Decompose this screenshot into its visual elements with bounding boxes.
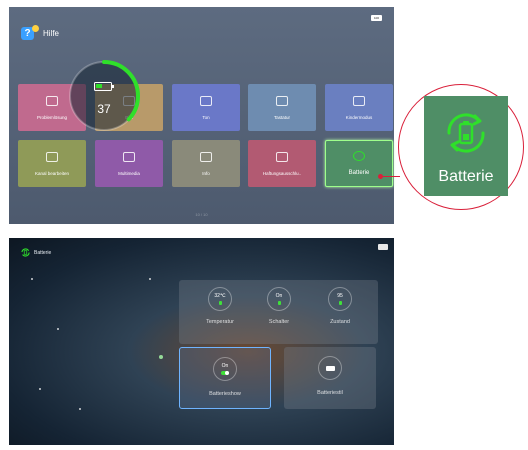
smiley-icon — [353, 95, 365, 106]
info-card-value: 32℃ — [214, 293, 226, 299]
zoom-tile-batterie: Batterie — [424, 96, 508, 196]
info-card-label: Schalter — [268, 319, 290, 325]
tile-label: Problemlösung — [36, 114, 68, 120]
tile-label: Ton — [202, 114, 210, 120]
page-title: Hilfe — [43, 28, 60, 38]
battery-level-ring — [68, 60, 140, 132]
battery-header: Batterie — [21, 248, 51, 257]
star — [57, 328, 59, 330]
battery-refresh-icon — [21, 248, 30, 257]
star — [159, 355, 163, 359]
zoom-tile-label: Batterie — [438, 168, 494, 185]
battery-icon — [325, 365, 335, 371]
batterieshow-circle: On — [213, 357, 237, 381]
disclaimer-icon — [276, 151, 288, 162]
help-tile-kanal-bearbeiten[interactable]: Kanal bearbeiten — [18, 140, 86, 187]
info-card-circle: 32℃ — [208, 287, 232, 311]
battery-refresh-icon — [353, 151, 365, 161]
help-app-icon: ? — [21, 25, 39, 41]
info-card-schalter[interactable]: On Schalter — [253, 287, 305, 325]
multimedia-icon — [123, 151, 135, 162]
help-tile-ton[interactable]: Ton — [172, 84, 240, 131]
batterieshow-value: On — [221, 363, 229, 369]
tile-label: Haftungsausschlu.. — [262, 170, 302, 176]
info-card-label: Temperatur — [206, 319, 234, 325]
callout-line — [380, 176, 400, 177]
tile-label: Multimedia — [118, 170, 140, 176]
star — [39, 388, 41, 390]
info-card-zustand[interactable]: 95 Zustand — [314, 287, 366, 325]
battery-level-value: 37 — [97, 102, 111, 116]
info-card-label: Zustand — [330, 319, 350, 325]
info-icon — [200, 151, 212, 162]
batteriestil-card[interactable]: Batteriestil — [284, 347, 376, 409]
info-card-value: On — [275, 293, 283, 299]
battery-status-icon — [378, 244, 388, 250]
indicator-icon — [277, 301, 281, 305]
toggle-icon — [221, 371, 229, 375]
help-tile-info[interactable]: Info — [172, 140, 240, 187]
tv-icon — [46, 151, 58, 162]
tile-label: Kanal bearbeiten — [34, 170, 70, 176]
star — [31, 278, 33, 280]
batterieshow-label: Batterieshow — [209, 391, 241, 397]
batteriestil-circle — [318, 356, 342, 380]
speaker-icon — [200, 95, 212, 106]
page-indicator: 10 / 10 — [195, 212, 208, 217]
battery-icon — [94, 82, 114, 91]
info-card-circle: On — [267, 287, 291, 311]
indicator-icon — [338, 301, 342, 305]
star — [79, 408, 81, 410]
tile-label: Kindermodus — [345, 114, 373, 120]
tile-label: Batterie — [348, 170, 370, 176]
indicator-icon — [218, 301, 222, 305]
help-tile-haftungsausschlu[interactable]: Haftungsausschlu.. — [248, 140, 316, 187]
question-icon — [46, 95, 58, 106]
help-tile-batterie[interactable]: Batterie — [325, 140, 393, 187]
help-tile-multimedia[interactable]: Multimedia — [95, 140, 163, 187]
star — [149, 278, 151, 280]
battery-refresh-icon — [447, 113, 485, 153]
tile-label: Tastatur — [273, 114, 290, 120]
info-card-value: 95 — [337, 293, 343, 299]
battery-status-icon: 100 — [371, 15, 382, 21]
batterieshow-card[interactable]: On Batterieshow — [179, 347, 271, 409]
keyboard-icon — [276, 95, 288, 106]
help-tile-kindermodus[interactable]: Kindermodus — [325, 84, 393, 131]
help-header: ? Hilfe — [21, 25, 59, 41]
help-tile-tastatur[interactable]: Tastatur — [248, 84, 316, 131]
tile-label: Info — [202, 170, 210, 176]
battery-page-title: Batterie — [34, 249, 52, 256]
info-card-temperatur[interactable]: 32℃ Temperatur — [194, 287, 246, 325]
info-card-circle: 95 — [328, 287, 352, 311]
batteriestil-label: Batteriestil — [317, 390, 343, 396]
